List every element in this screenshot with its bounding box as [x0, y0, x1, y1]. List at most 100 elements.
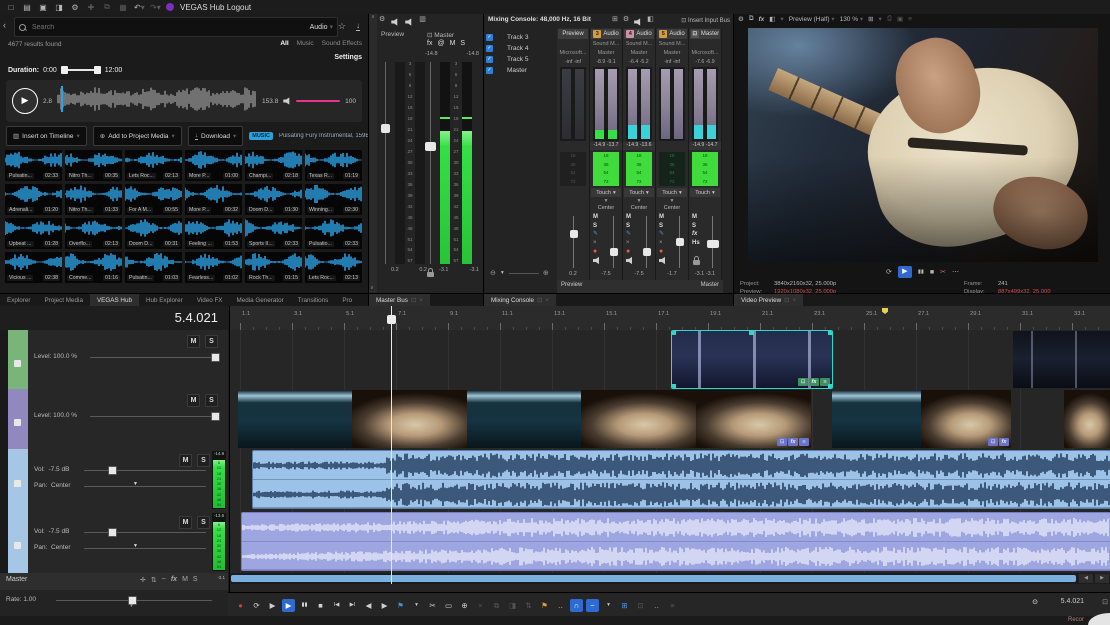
video-clip-selected[interactable]: ⊡ fx ≡ — [672, 331, 832, 388]
strip-header[interactable]: ⊡Master — [690, 29, 720, 39]
range-handle-left[interactable] — [61, 66, 68, 74]
duration-range-slider[interactable] — [61, 66, 101, 74]
pan-slider-handle[interactable]: ▼ — [133, 543, 138, 549]
external-monitor-icon[interactable]: ⧉ — [749, 15, 754, 23]
strip-fader-handle[interactable] — [707, 240, 719, 248]
automation-mode-dropdown[interactable]: Touch▾ — [624, 188, 654, 197]
timeline-ruler[interactable]: 1.13.15.17.19.111.113.115.117.119.121.12… — [230, 306, 1110, 331]
timeline-time-display[interactable]: 5.4.021 — [0, 306, 228, 330]
pan-handle-icon[interactable]: ▼ — [590, 198, 622, 204]
audio-tile[interactable]: Nitro Th... 00:35 — [65, 150, 122, 181]
save-project-icon[interactable]: ▣ — [38, 3, 48, 12]
fx-button[interactable]: fx — [692, 231, 700, 239]
selection-handle[interactable] — [672, 384, 676, 388]
edit-tool-button[interactable]: ⚑ — [394, 599, 407, 612]
track-2-lane[interactable]: ⊡ fx ≡ ⊡ fx — [230, 389, 1110, 450]
preview-stop-button[interactable]: ■ — [930, 269, 934, 276]
track-visible-checkbox[interactable]: ✓ — [486, 67, 493, 74]
track-visible-checkbox[interactable]: ✓ — [486, 56, 493, 63]
solo-button[interactable]: S — [692, 223, 700, 231]
panel-scroll-strip[interactable]: ∧ ∨ — [369, 14, 377, 293]
mute-button[interactable]: M — [179, 516, 192, 529]
strip-header[interactable]: Preview — [558, 29, 588, 39]
dim-output-icon[interactable] — [405, 18, 413, 26]
pan-handle-icon[interactable]: ▼ — [623, 198, 655, 204]
audio-tile[interactable]: Lets Roc... 02:13 — [125, 150, 182, 181]
level-slider[interactable] — [90, 416, 218, 417]
playhead-handle[interactable] — [387, 315, 396, 324]
track-visible-checkbox[interactable]: ✓ — [486, 34, 493, 41]
master-fader[interactable] — [430, 62, 431, 264]
monitor-icon[interactable] — [659, 257, 667, 265]
audio-clip[interactable] — [252, 450, 1110, 509]
audio-tile[interactable]: Comme... 01:16 — [65, 252, 122, 283]
mute-button[interactable]: M — [659, 214, 667, 222]
video-clip[interactable]: ⊡ fx — [832, 390, 1011, 448]
preview-pause-button[interactable]: ▮▮ — [918, 269, 924, 275]
selection-handle[interactable] — [828, 331, 832, 335]
audio-tile[interactable]: More P... 01:00 — [185, 150, 242, 181]
close-icon[interactable]: × — [545, 297, 549, 304]
track-header-4[interactable]: M S Vol: -7.5 dB Pan: Center ▼ -13.6 612… — [0, 511, 228, 574]
bus-button[interactable]: M — [450, 40, 456, 47]
record-arm-icon[interactable]: ● — [659, 248, 667, 256]
solo-button[interactable]: S — [659, 223, 667, 231]
ignore-grouping-icon[interactable]: ‥ — [650, 599, 663, 612]
strip-header[interactable]: 5Audio — [657, 29, 687, 39]
insert-marker-icon[interactable]: ⚑ — [538, 599, 551, 612]
solo-button[interactable]: S — [205, 394, 218, 407]
filter-tab[interactable]: Music — [297, 40, 314, 47]
go-to-start-button[interactable]: I◀ — [330, 599, 343, 612]
monitor-icon[interactable] — [626, 257, 634, 265]
search-bar[interactable]: Audio ▾ — [14, 17, 338, 37]
track-minimize-gutter[interactable] — [0, 511, 8, 573]
audio-tile[interactable]: Doom D... 00:31 — [125, 218, 182, 249]
strip-input[interactable]: Sound M... — [624, 41, 654, 47]
meter-options-icon[interactable]: ▥ — [419, 15, 426, 26]
favorites-icon[interactable]: ☆ — [338, 21, 346, 32]
mute-button[interactable]: M — [593, 214, 601, 222]
filter-tab[interactable]: All — [280, 40, 288, 47]
preview-more-icon[interactable]: ⋯ — [952, 268, 959, 276]
track-header-2[interactable]: M S Level: 100.0 % — [0, 389, 228, 450]
play-preview-button[interactable]: ▶ — [12, 88, 38, 114]
monitor-icon[interactable] — [593, 257, 601, 265]
back-icon[interactable]: ‹ — [3, 20, 6, 30]
trim-tool-icon[interactable]: ✂ — [426, 599, 439, 612]
mixer-settings-icon[interactable]: ⚙ — [623, 15, 629, 26]
envelope-dropdown-icon[interactable]: ▾ — [602, 599, 615, 612]
audio-tile[interactable]: Vicious ... 02:38 — [5, 252, 62, 283]
bus-button[interactable]: S — [460, 40, 465, 47]
volume-slider[interactable] — [296, 100, 340, 102]
phase-invert-icon[interactable]: × — [626, 240, 634, 248]
selection-handle[interactable] — [749, 331, 754, 335]
track-color-strip[interactable] — [8, 449, 28, 511]
auto-ripple-icon[interactable]: ⊞ — [618, 599, 631, 612]
bus-properties-icon[interactable]: ⚙ — [379, 15, 385, 26]
audio-tile[interactable]: Rock Th... 01:15 — [245, 252, 302, 283]
pan-tool-icon[interactable]: ✛ — [140, 576, 146, 584]
strip-header[interactable]: 4Audio — [624, 29, 654, 39]
audio-tile[interactable]: Champi... 02:18 — [245, 150, 302, 181]
track-3-lane[interactable] — [230, 449, 1110, 512]
preview-zoom-dropdown[interactable]: 130 % ▾ — [840, 15, 864, 23]
strip-fader[interactable] — [679, 216, 680, 268]
play-from-start-button[interactable]: ▶ — [266, 599, 279, 612]
pan-slider[interactable] — [84, 486, 206, 487]
mute-button[interactable]: M — [182, 576, 188, 584]
strip-routing[interactable]: Microsoft... — [690, 50, 720, 56]
track-4-lane[interactable] — [230, 511, 1110, 574]
strip-output[interactable]: Master — [657, 50, 687, 56]
playhead[interactable] — [391, 306, 392, 584]
clip-fx-icon[interactable]: fx — [809, 378, 819, 386]
clip-pan-crop-icon[interactable]: ⊡ — [777, 438, 787, 446]
preview-split-icon[interactable]: ✂ — [940, 268, 946, 276]
record-arm-icon[interactable]: ● — [626, 248, 634, 256]
audio-tile[interactable]: Lets Roc... 02:13 — [305, 252, 362, 283]
mixer-track-row[interactable]: ✓ 3 Track 3 — [486, 32, 556, 43]
pan-slider-handle[interactable]: ▼ — [133, 481, 138, 487]
audio-tile[interactable]: Doom D... 01:30 — [245, 184, 302, 215]
strip-fader-handle[interactable] — [676, 238, 684, 246]
track-color-strip[interactable] — [8, 511, 28, 573]
audio-tile[interactable]: Texas R... 01:19 — [305, 150, 362, 181]
